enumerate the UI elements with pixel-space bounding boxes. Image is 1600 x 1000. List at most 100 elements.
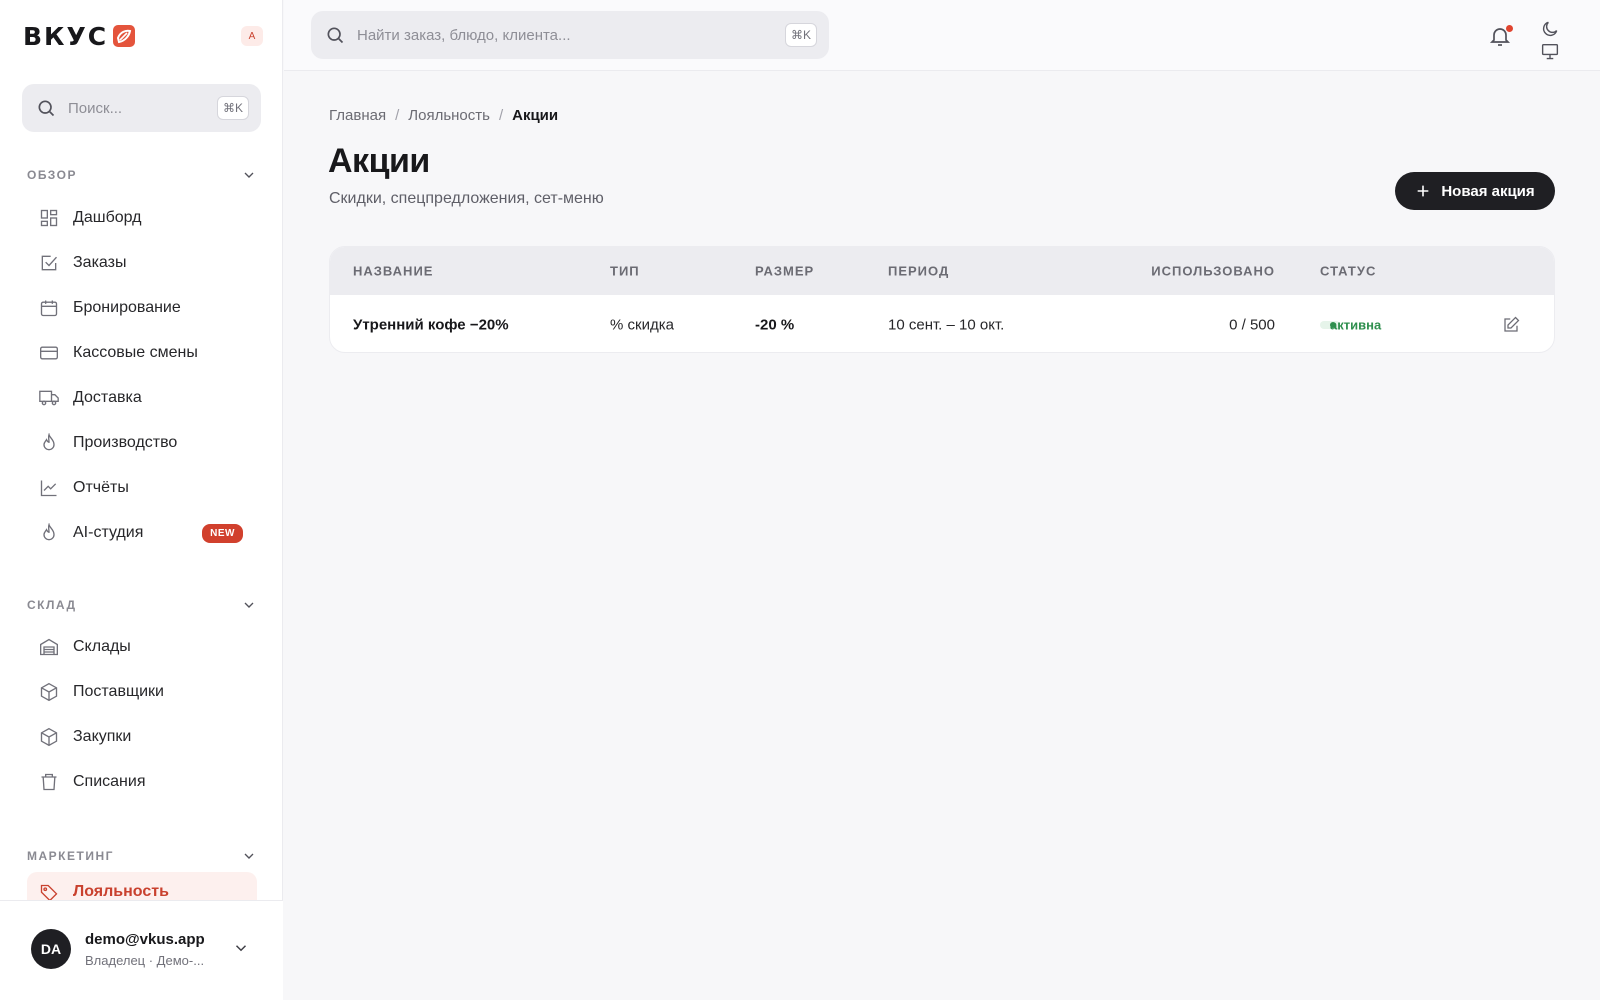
column-header-name[interactable]: НАЗВАНИЕ <box>353 264 433 279</box>
flame-icon <box>43 433 55 451</box>
chevron-down-icon <box>244 853 254 859</box>
status-badge: активна <box>1320 317 1381 332</box>
sidebar-item-label: Закупки <box>73 728 132 745</box>
logo-mark-icon <box>113 25 136 47</box>
breadcrumb: Главная / Лояльность / Акции <box>329 107 558 124</box>
topbar: Найти заказ, блюдо, клиента... ⌘K <box>284 0 1600 71</box>
shortcut-hint: ⌘K <box>216 96 249 120</box>
sidebar-search-input[interactable]: Поиск... ⌘K <box>22 84 261 132</box>
shortcut-hint: ⌘K <box>784 23 817 47</box>
sidebar-item-label: Лояльность <box>73 883 169 900</box>
calendar-icon <box>40 300 58 317</box>
sidebar-item-label: Списания <box>73 773 146 790</box>
sidebar-item-label: Склады <box>73 638 131 655</box>
logo-text: ВКУС <box>23 21 109 51</box>
new-promotion-button[interactable]: Новая акция <box>1395 172 1555 210</box>
language-badge[interactable]: A <box>241 26 263 46</box>
breadcrumb-home[interactable]: Главная <box>329 107 386 124</box>
column-header-used[interactable]: ИСПОЛЬЗОВАНО <box>1151 264 1275 279</box>
section-title: МАРКЕТИНГ <box>27 849 114 863</box>
sidebar-item-label: Производство <box>73 434 178 451</box>
trash-icon <box>41 773 57 791</box>
sidebar-item-label: Отчёты <box>73 479 129 496</box>
truck-icon <box>39 390 59 406</box>
global-search-input[interactable]: Найти заказ, блюдо, клиента... ⌘K <box>311 11 829 59</box>
sidebar-item-label: Бронирование <box>73 299 181 316</box>
page-title: Акции <box>328 142 430 180</box>
sidebar-item-purchases[interactable]: Закупки <box>27 717 257 757</box>
box-icon <box>40 727 58 747</box>
new-badge: NEW <box>202 523 243 543</box>
section-overview[interactable]: ОБЗОР <box>27 165 257 185</box>
user-menu[interactable]: DA demo@vkus.app Владелец · Демо-... <box>0 900 283 1000</box>
sidebar-item-production[interactable]: Производство <box>27 423 257 463</box>
sidebar-item-ai-studio[interactable]: AI-студия NEW <box>27 513 257 553</box>
promotion-type: % скидка <box>610 316 674 333</box>
moon-icon[interactable] <box>1540 19 1560 39</box>
monitor-icon[interactable] <box>1540 43 1560 61</box>
sidebar-item-suppliers[interactable]: Поставщики <box>27 672 257 712</box>
chart-line-icon <box>40 480 57 497</box>
avatar: DA <box>31 929 71 969</box>
user-role: Владелец · Демо-... <box>85 953 205 968</box>
chevron-down-icon <box>244 602 254 608</box>
breadcrumb-separator: / <box>498 107 504 124</box>
sidebar-item-loyalty[interactable]: Лояльность <box>27 872 257 900</box>
column-header-size[interactable]: РАЗМЕР <box>755 264 814 279</box>
section-marketing[interactable]: МАРКЕТИНГ <box>27 846 257 866</box>
sidebar-item-warehouses[interactable]: Склады <box>27 627 257 667</box>
table-header: НАЗВАНИЕ ТИП РАЗМЕР ПЕРИОД ИСПОЛЬЗОВАНО … <box>330 247 1554 295</box>
notification-dot <box>1506 25 1513 32</box>
breadcrumb-loyalty[interactable]: Лояльность <box>408 107 490 124</box>
search-icon <box>327 27 344 44</box>
sidebar-item-label: AI-студия <box>73 524 144 541</box>
promotion-name: Утренний кофе −20% <box>353 316 509 333</box>
section-title: ОБЗОР <box>27 168 77 182</box>
status-label: активна <box>1330 317 1382 332</box>
global-search-placeholder: Найти заказ, блюдо, клиента... <box>357 26 571 44</box>
promotion-period: 10 сент. – 10 окт. <box>888 316 1005 333</box>
tag-icon <box>40 884 58 900</box>
plus-icon <box>1417 185 1429 197</box>
user-email: demo@vkus.app <box>85 931 205 948</box>
sidebar-item-label: Доставка <box>73 389 142 406</box>
promotion-size: -20 % <box>755 316 795 333</box>
check-square-icon <box>41 255 57 271</box>
sidebar-item-label: Кассовые смены <box>73 344 198 361</box>
promotions-table: НАЗВАНИЕ ТИП РАЗМЕР ПЕРИОД ИСПОЛЬЗОВАНО … <box>329 246 1555 353</box>
page-subtitle: Скидки, спецпредложения, сет-меню <box>329 190 604 207</box>
sidebar-item-cash-shifts[interactable]: Кассовые смены <box>27 333 257 373</box>
credit-card-icon <box>40 346 58 360</box>
sidebar-item-write-offs[interactable]: Списания <box>27 762 257 802</box>
section-title: СКЛАД <box>27 598 77 612</box>
sidebar-item-orders[interactable]: Заказы <box>27 243 257 283</box>
logo[interactable]: ВКУС A <box>23 20 263 52</box>
flame-icon <box>43 523 55 541</box>
sidebar-item-label: Поставщики <box>73 683 164 700</box>
sidebar-item-dashboard[interactable]: Дашборд <box>27 198 257 238</box>
sidebar-item-label: Заказы <box>73 254 127 271</box>
edit-icon[interactable] <box>1502 316 1520 334</box>
column-header-type[interactable]: ТИП <box>610 264 640 279</box>
sidebar-item-reports[interactable]: Отчёты <box>27 468 257 508</box>
breadcrumb-separator: / <box>395 107 400 124</box>
sidebar-search-placeholder: Поиск... <box>68 99 123 117</box>
breadcrumb-current: Акции <box>512 107 559 124</box>
sidebar-item-delivery[interactable]: Доставка <box>27 378 257 418</box>
column-header-status[interactable]: СТАТУС <box>1320 264 1376 279</box>
chevron-down-icon <box>244 172 254 178</box>
sidebar: ВКУС A Поиск... ⌘K ОБЗОР Дашборд Заказы … <box>0 0 283 1000</box>
new-promotion-label: Новая акция <box>1441 182 1535 200</box>
sidebar-item-booking[interactable]: Бронирование <box>27 288 257 328</box>
sidebar-item-label: Дашборд <box>73 209 142 226</box>
section-warehouse[interactable]: СКЛАД <box>27 595 257 615</box>
search-icon <box>38 100 55 117</box>
sidebar-nav: ОБЗОР Дашборд Заказы Бронирование Кассов… <box>0 150 283 900</box>
dashboard-icon <box>40 209 58 227</box>
warehouse-icon <box>40 638 58 656</box>
chevron-down-icon[interactable] <box>232 939 250 957</box>
box-icon <box>40 682 58 702</box>
promotion-usage: 0 / 500 <box>1229 316 1275 333</box>
table-row[interactable]: Утренний кофе −20% % скидка -20 % 10 сен… <box>330 295 1554 352</box>
column-header-period[interactable]: ПЕРИОД <box>888 264 949 279</box>
